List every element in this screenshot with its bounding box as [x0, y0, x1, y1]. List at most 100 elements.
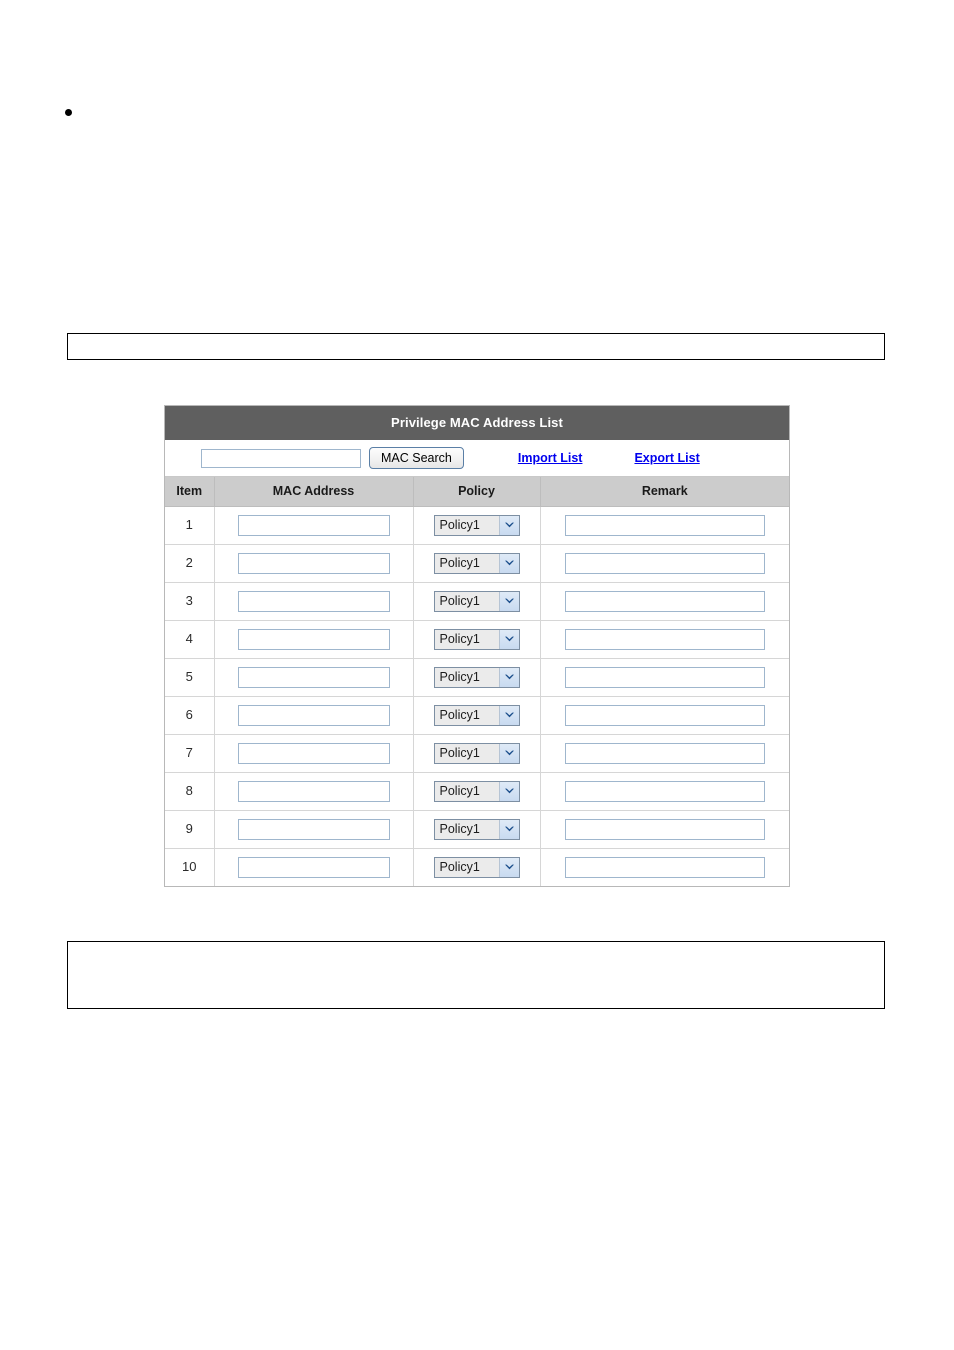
note-box-bottom-text: [68, 942, 884, 950]
policy-select-value: Policy1: [434, 515, 499, 535]
panel-title: Privilege MAC Address List: [165, 406, 789, 440]
import-list-link[interactable]: Import List: [518, 451, 583, 465]
chevron-down-icon[interactable]: [498, 629, 519, 649]
mac-search-input[interactable]: [201, 448, 361, 468]
row-policy-cell: Policy1: [413, 658, 541, 697]
mac-address-table: Item MAC Address Policy Remark 1 Policy1 2…: [165, 477, 789, 886]
remark-input[interactable]: [564, 628, 765, 650]
mac-address-input[interactable]: [237, 818, 390, 840]
policy-select[interactable]: Policy1: [433, 552, 520, 574]
mac-address-input[interactable]: [237, 628, 390, 650]
policy-select[interactable]: Policy1: [433, 856, 520, 878]
chevron-down-icon[interactable]: [498, 515, 519, 535]
row-policy-cell: Policy1: [413, 696, 541, 735]
mac-address-input[interactable]: [237, 704, 390, 726]
policy-select-value: Policy1: [434, 591, 499, 611]
table-row: 9 Policy1: [165, 810, 789, 849]
policy-select-value: Policy1: [434, 857, 499, 877]
policy-select[interactable]: Policy1: [433, 742, 520, 764]
chevron-down-icon[interactable]: [498, 743, 519, 763]
policy-select-value: Policy1: [434, 781, 499, 801]
policy-select[interactable]: Policy1: [433, 704, 520, 726]
mac-address-input[interactable]: [237, 780, 390, 802]
column-header-remark: Remark: [540, 477, 789, 507]
row-item-number-cell: 1: [165, 506, 215, 545]
mac-address-input[interactable]: [237, 552, 390, 574]
export-list-link[interactable]: Export List: [634, 451, 699, 465]
remark-input[interactable]: [564, 666, 765, 688]
row-item-number-cell: 10: [165, 848, 215, 886]
table-row: 5 Policy1: [165, 658, 789, 697]
row-mac-address-cell: [214, 772, 414, 811]
policy-select[interactable]: Policy1: [433, 780, 520, 802]
policy-select-value: Policy1: [434, 667, 499, 687]
row-policy-cell: Policy1: [413, 734, 541, 773]
row-item-number: 9: [185, 821, 193, 836]
row-mac-address-cell: [214, 848, 414, 886]
policy-select[interactable]: Policy1: [433, 818, 520, 840]
row-item-number-cell: 7: [165, 734, 215, 773]
note-box-top-text: [68, 334, 884, 342]
table-row: 4 Policy1: [165, 620, 789, 659]
row-item-number-cell: 6: [165, 696, 215, 735]
note-box-top: [67, 333, 885, 360]
row-item-number-cell: 2: [165, 544, 215, 583]
row-mac-address-cell: [214, 544, 414, 583]
chevron-down-icon[interactable]: [498, 781, 519, 801]
policy-select-value: Policy1: [434, 629, 499, 649]
chevron-down-icon[interactable]: [498, 857, 519, 877]
policy-select-value: Policy1: [434, 553, 499, 573]
row-policy-cell: Policy1: [413, 506, 541, 545]
remark-input[interactable]: [564, 742, 765, 764]
row-item-number: 8: [185, 783, 193, 798]
row-item-number: 5: [185, 669, 193, 684]
remark-input[interactable]: [564, 856, 765, 878]
mac-address-input[interactable]: [237, 856, 390, 878]
row-policy-cell: Policy1: [413, 772, 541, 811]
mac-address-input[interactable]: [237, 590, 390, 612]
table-row: 2 Policy1: [165, 544, 789, 583]
table-row: 1 Policy1: [165, 506, 789, 545]
column-header-mac: MAC Address: [214, 477, 414, 507]
row-mac-address-cell: [214, 696, 414, 735]
policy-select[interactable]: Policy1: [433, 666, 520, 688]
policy-select[interactable]: Policy1: [433, 590, 520, 612]
chevron-down-icon[interactable]: [498, 819, 519, 839]
row-item-number: 10: [182, 859, 197, 875]
chevron-down-icon[interactable]: [498, 591, 519, 611]
mac-address-input[interactable]: [237, 666, 390, 688]
policy-select[interactable]: Policy1: [433, 628, 520, 650]
remark-input[interactable]: [564, 590, 765, 612]
mac-search-button[interactable]: MAC Search: [369, 447, 464, 469]
remark-input[interactable]: [564, 780, 765, 802]
mac-address-input[interactable]: [237, 742, 390, 764]
row-mac-address-cell: [214, 810, 414, 849]
chevron-down-icon[interactable]: [498, 553, 519, 573]
row-remark-cell: [540, 810, 789, 849]
remark-input[interactable]: [564, 514, 765, 536]
row-item-number-cell: 8: [165, 772, 215, 811]
privilege-mac-address-list-panel: Privilege MAC Address List MAC Search Im…: [164, 405, 790, 887]
row-mac-address-cell: [214, 658, 414, 697]
chevron-down-icon[interactable]: [498, 667, 519, 687]
row-policy-cell: Policy1: [413, 582, 541, 621]
row-remark-cell: [540, 696, 789, 735]
remark-input[interactable]: [564, 818, 765, 840]
remark-input[interactable]: [564, 552, 765, 574]
row-remark-cell: [540, 658, 789, 697]
row-item-number: 6: [185, 707, 193, 722]
table-row: 3 Policy1: [165, 582, 789, 621]
table-row: 7 Policy1: [165, 734, 789, 773]
chevron-down-icon[interactable]: [498, 705, 519, 725]
mac-address-input[interactable]: [237, 514, 390, 536]
row-item-number-cell: 4: [165, 620, 215, 659]
row-remark-cell: [540, 734, 789, 773]
policy-select[interactable]: Policy1: [433, 514, 520, 536]
row-remark-cell: [540, 582, 789, 621]
row-mac-address-cell: [214, 582, 414, 621]
column-header-policy: Policy: [413, 477, 541, 507]
table-row: 8 Policy1: [165, 772, 789, 811]
row-item-number: 4: [185, 631, 193, 646]
remark-input[interactable]: [564, 704, 765, 726]
bullet-list-item: [65, 103, 885, 121]
